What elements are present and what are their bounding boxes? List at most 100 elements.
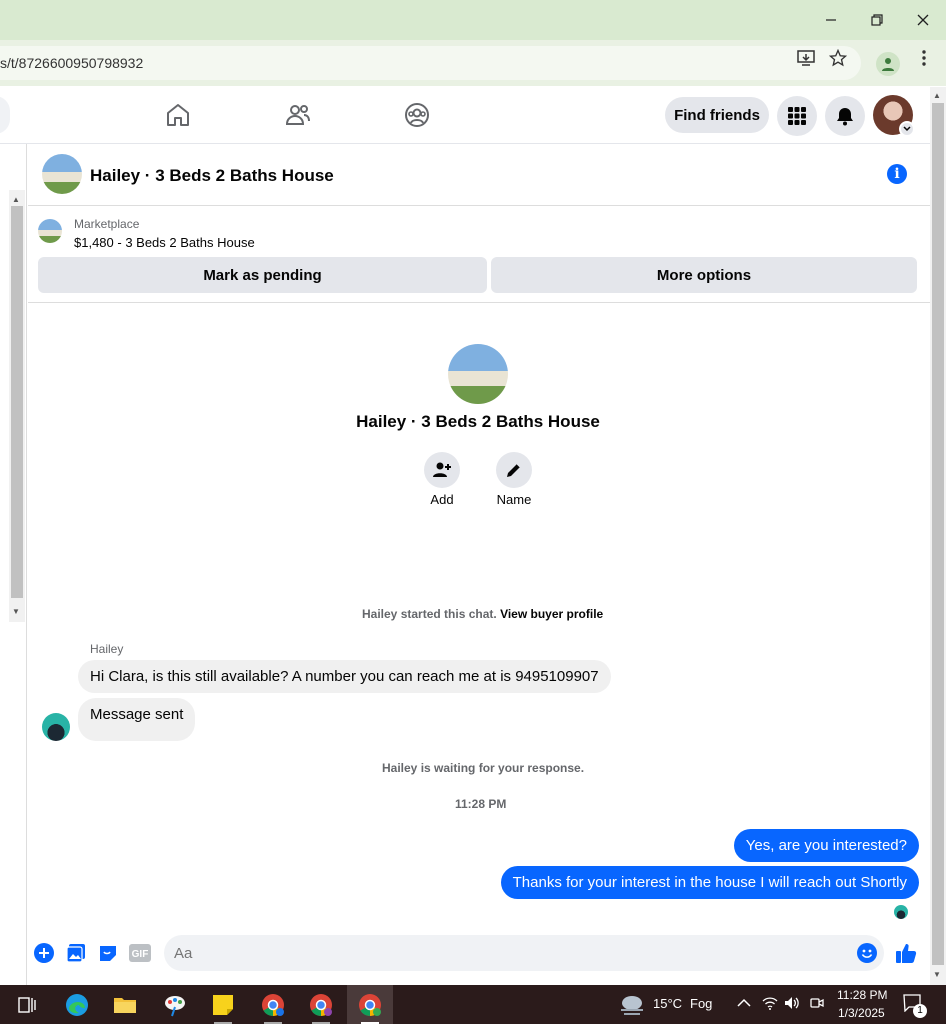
more-options-button[interactable]: More options xyxy=(491,257,917,293)
url-text[interactable]: s/t/8726600950798932 xyxy=(0,55,143,71)
folder-icon xyxy=(114,997,136,1013)
bookmark-star-icon[interactable] xyxy=(828,48,848,68)
plus-circle-icon xyxy=(34,943,54,963)
chat-started-text: Hailey started this chat. xyxy=(362,607,497,621)
friends-tab[interactable] xyxy=(285,102,311,128)
edge-app[interactable] xyxy=(54,985,100,1024)
message-bubble-incoming[interactable]: Message sent xyxy=(78,698,196,741)
add-person-icon xyxy=(433,462,451,477)
message-bubble-incoming[interactable]: Hi Clara, is this still available? A num… xyxy=(78,660,611,693)
profile-icon[interactable] xyxy=(876,52,900,76)
chevron-down-icon[interactable] xyxy=(899,121,915,137)
add-people-button[interactable] xyxy=(424,452,460,488)
home-tab[interactable] xyxy=(165,102,191,128)
page-scroll-up-icon[interactable]: ▲ xyxy=(933,91,941,100)
chrome-app-profile-a[interactable] xyxy=(250,985,296,1024)
chrome-icon xyxy=(310,993,332,1016)
listing-thumbnail[interactable] xyxy=(38,219,62,243)
browser-title-bar xyxy=(0,0,946,40)
minimize-button[interactable] xyxy=(808,6,854,34)
sticky-notes-app[interactable] xyxy=(200,985,246,1024)
install-app-icon[interactable] xyxy=(796,48,816,68)
task-view-button[interactable] xyxy=(4,985,50,1024)
emoji-button[interactable] xyxy=(856,942,878,964)
name-label: Name xyxy=(496,492,532,507)
chrome-icon xyxy=(262,993,284,1016)
close-window-button[interactable] xyxy=(900,6,946,34)
groups-tab[interactable] xyxy=(404,102,430,128)
omnibox[interactable]: s/t/8726600950798932 xyxy=(0,46,861,80)
pencil-icon xyxy=(507,463,521,477)
add-label: Add xyxy=(430,492,454,507)
message-bubble-outgoing[interactable]: Yes, are you interested? xyxy=(733,829,919,862)
message-bubble-outgoing[interactable]: Thanks for your interest in the house I … xyxy=(500,866,919,899)
like-button[interactable] xyxy=(895,942,917,964)
chat-avatar[interactable] xyxy=(42,154,82,194)
listing-title[interactable]: $1,480 - 3 Beds 2 Baths House xyxy=(74,235,255,250)
sticker-icon xyxy=(100,946,116,961)
more-actions-button[interactable] xyxy=(33,942,55,964)
message-input[interactable] xyxy=(164,935,884,971)
weather-description[interactable]: Fog xyxy=(690,996,712,1011)
paint-icon xyxy=(165,995,185,1016)
bell-icon xyxy=(837,108,853,126)
weather-temperature[interactable]: 15°C xyxy=(653,996,682,1011)
attach-photo-button[interactable] xyxy=(65,942,87,964)
edge-icon xyxy=(66,993,88,1016)
chat-title[interactable]: Hailey · 3 Beds 2 Baths House xyxy=(90,166,334,186)
menu-grid-button[interactable] xyxy=(777,96,817,136)
notification-count-badge: 1 xyxy=(913,1004,927,1018)
clock-date[interactable]: 1/3/2025 xyxy=(838,1006,885,1020)
task-view-icon xyxy=(18,996,36,1013)
page-scrollbar-thumb[interactable] xyxy=(932,103,944,965)
paint-app[interactable] xyxy=(152,985,198,1024)
clock-time[interactable]: 11:28 PM xyxy=(837,988,887,1002)
info-icon[interactable]: i xyxy=(887,164,907,184)
sender-name: Hailey xyxy=(90,642,124,656)
close-icon xyxy=(917,14,929,26)
address-bar-row: s/t/8726600950798932 xyxy=(0,40,946,86)
notifications-button[interactable] xyxy=(825,96,865,136)
svg-text:GIF: GIF xyxy=(132,949,149,960)
restore-icon xyxy=(871,14,883,26)
divider xyxy=(28,302,930,303)
gif-icon: GIF xyxy=(129,944,151,962)
chrome-app-profile-b[interactable] xyxy=(298,985,344,1024)
chat-started-notice: Hailey started this chat. View buyer pro… xyxy=(362,607,603,621)
chrome-app-profile-c[interactable] xyxy=(347,985,393,1024)
scroll-up-arrow-icon[interactable]: ▲ xyxy=(12,195,20,204)
emoji-icon xyxy=(857,943,877,963)
scroll-down-arrow-icon[interactable]: ▼ xyxy=(12,607,20,616)
intro-title: Hailey · 3 Beds 2 Baths House xyxy=(356,412,600,431)
fog-cloud-icon xyxy=(621,995,643,1015)
find-friends-button[interactable]: Find friends xyxy=(665,97,769,133)
show-hidden-icons-chevron-icon[interactable] xyxy=(737,996,751,1011)
view-buyer-profile-link[interactable]: View buyer profile xyxy=(500,607,603,621)
name-chat-button[interactable] xyxy=(496,452,532,488)
read-receipt-avatar xyxy=(894,905,908,919)
sticker-button[interactable] xyxy=(97,942,119,964)
minimize-icon xyxy=(826,19,836,21)
photo-icon xyxy=(66,944,85,963)
browser-menu-icon[interactable] xyxy=(914,48,934,68)
sender-avatar[interactable] xyxy=(42,713,70,741)
home-icon xyxy=(167,104,189,126)
page-scroll-down-icon[interactable]: ▼ xyxy=(933,970,941,979)
meet-now-icon[interactable] xyxy=(810,996,824,1013)
gif-button[interactable]: GIF xyxy=(129,942,151,964)
file-explorer-app[interactable] xyxy=(102,985,148,1024)
thumbs-up-icon xyxy=(896,944,917,963)
marketplace-label: Marketplace xyxy=(74,217,140,231)
intro-avatar xyxy=(448,344,508,404)
groups-icon xyxy=(405,103,429,127)
left-scrollbar-thumb[interactable] xyxy=(11,206,23,598)
message-timestamp: 11:28 PM xyxy=(455,797,507,811)
network-wifi-icon[interactable] xyxy=(762,996,778,1013)
chrome-icon xyxy=(359,993,381,1016)
waiting-notice: Hailey is waiting for your response. xyxy=(382,761,585,775)
weather-widget[interactable] xyxy=(614,985,650,1024)
volume-icon[interactable] xyxy=(784,996,800,1013)
sticky-notes-icon xyxy=(213,994,233,1015)
mark-as-pending-button[interactable]: Mark as pending xyxy=(38,257,487,293)
restore-button[interactable] xyxy=(854,6,900,34)
